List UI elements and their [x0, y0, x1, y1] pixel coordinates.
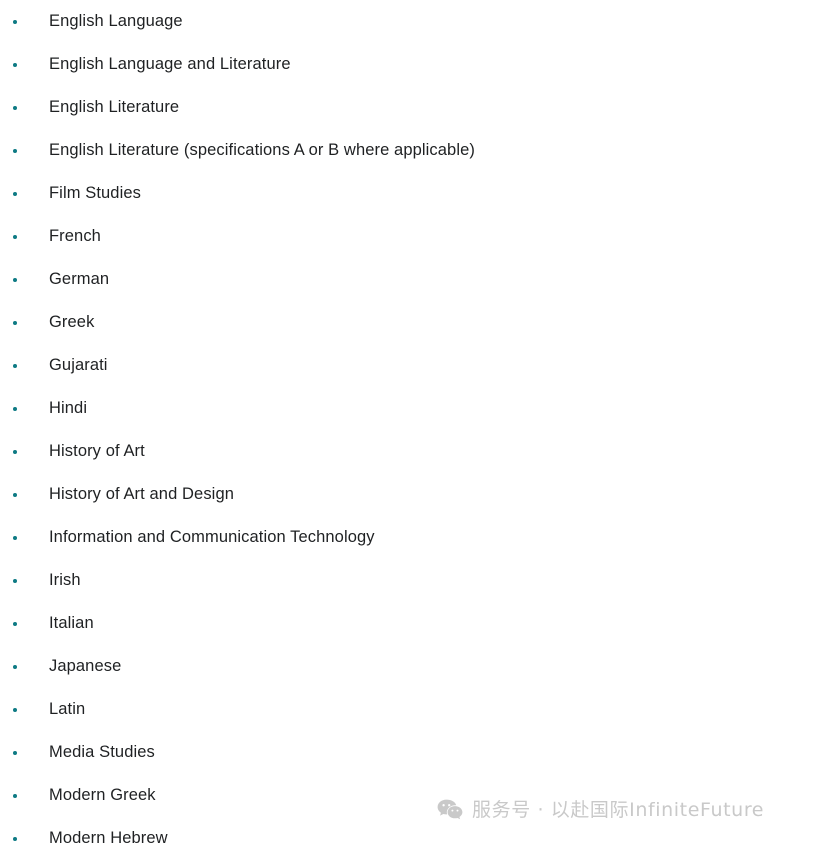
list-item-label: Film Studies	[49, 184, 141, 202]
bullet-icon	[13, 277, 17, 282]
list-item: Irish	[0, 559, 475, 602]
list-item: Greek	[0, 301, 475, 344]
list-item: English Literature	[0, 86, 475, 129]
list-item-label: Media Studies	[49, 743, 155, 761]
list-item: Latin	[0, 688, 475, 731]
list-item-label: Greek	[49, 313, 95, 331]
list-item-label: History of Art and Design	[49, 485, 234, 503]
bullet-icon	[13, 750, 17, 755]
list-item-label: English Language and Literature	[49, 55, 291, 73]
list-item-label: Italian	[49, 614, 94, 632]
list-item: Information and Communication Technology	[0, 516, 475, 559]
list-item: Japanese	[0, 645, 475, 688]
list-item: Modern Hebrew	[0, 817, 475, 860]
bullet-icon	[13, 621, 17, 626]
list-item: Gujarati	[0, 344, 475, 387]
list-item-label: Japanese	[49, 657, 122, 675]
list-item-label: French	[49, 227, 101, 245]
bullet-icon	[13, 320, 17, 325]
bullet-icon	[13, 105, 17, 110]
list-item: French	[0, 215, 475, 258]
list-item-label: English Language	[49, 12, 183, 30]
list-item: Media Studies	[0, 731, 475, 774]
bullet-icon	[13, 449, 17, 454]
bullet-icon	[13, 707, 17, 712]
list-item: Modern Greek	[0, 774, 475, 817]
list-item: English Language	[0, 0, 475, 43]
bullet-icon	[13, 664, 17, 669]
list-item: History of Art	[0, 430, 475, 473]
list-item: History of Art and Design	[0, 473, 475, 516]
bullet-icon	[13, 62, 17, 67]
list-item: English Literature (specifications A or …	[0, 129, 475, 172]
list-item: Hindi	[0, 387, 475, 430]
list-item-label: History of Art	[49, 442, 145, 460]
bullet-icon	[13, 836, 17, 841]
list-item-label: Hindi	[49, 399, 88, 417]
list-item-label: English Literature (specifications A or …	[49, 141, 475, 159]
list-item-label: English Literature	[49, 98, 180, 116]
bullet-icon	[13, 234, 17, 239]
list-item-label: Irish	[49, 571, 81, 589]
subject-list: English Language English Language and Lit…	[0, 0, 475, 860]
bullet-icon	[13, 406, 17, 411]
list-item-label: Modern Greek	[49, 786, 156, 804]
list-item-label: Information and Communication Technology	[49, 528, 375, 546]
bullet-icon	[13, 191, 17, 196]
list-item-label: German	[49, 270, 110, 288]
bullet-icon	[13, 148, 17, 153]
list-item-label: Modern Hebrew	[49, 829, 168, 847]
bullet-icon	[13, 535, 17, 540]
list-item-label: Gujarati	[49, 356, 108, 374]
bullet-icon	[13, 363, 17, 368]
bullet-icon	[13, 19, 17, 24]
watermark: 服务号 · 以赴国际InfiniteFuture	[437, 799, 764, 821]
bullet-icon	[13, 578, 17, 583]
watermark-text: 服务号 · 以赴国际InfiniteFuture	[472, 798, 765, 821]
list-item: German	[0, 258, 475, 301]
bullet-icon	[13, 793, 17, 798]
list-item-label: Latin	[49, 700, 86, 718]
document-page: English Language English Language and Lit…	[0, 0, 826, 851]
list-item: Film Studies	[0, 172, 475, 215]
list-item: Italian	[0, 602, 475, 645]
bullet-icon	[13, 492, 17, 497]
list-item: English Language and Literature	[0, 43, 475, 86]
